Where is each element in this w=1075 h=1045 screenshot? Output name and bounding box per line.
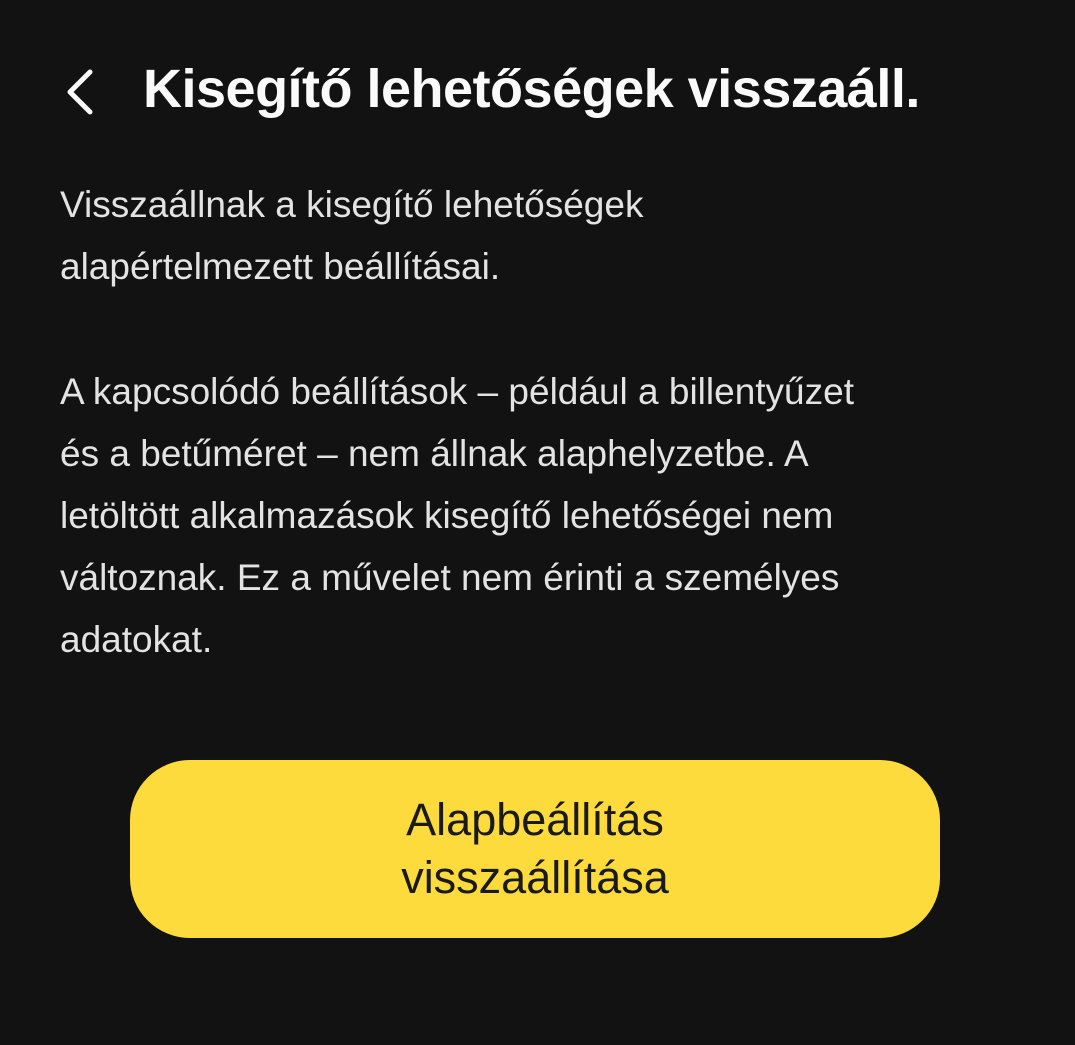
reset-settings-button[interactable]: Alapbeállítás visszaállítása	[130, 760, 940, 938]
text-line: alapértelmezett beállításai.	[60, 246, 501, 287]
text-line: A kapcsolódó beállítások – például a bil…	[60, 371, 854, 412]
text-line: adatokat.	[60, 619, 213, 660]
description-paragraph-2: A kapcsolódó beállítások – például a bil…	[60, 361, 854, 671]
description-paragraph-1: Visszaállnak a kisegítő lehetőségek alap…	[60, 174, 643, 298]
page-title: Kisegítő lehetőségek visszaáll.	[143, 59, 920, 119]
text-line: és a betűméret – nem állnak alaphelyzetb…	[60, 433, 809, 474]
text-line: Visszaállnak a kisegítő lehetőségek	[60, 184, 644, 225]
text-line: változnak. Ez a művelet nem érinti a sze…	[60, 557, 840, 598]
chevron-left-icon	[67, 69, 93, 115]
back-button[interactable]	[62, 66, 102, 118]
text-line: letöltött alkalmazások kisegítő lehetősé…	[60, 495, 834, 536]
button-label-line: visszaállítása	[401, 852, 669, 903]
button-label-line: Alapbeállítás	[406, 794, 664, 845]
